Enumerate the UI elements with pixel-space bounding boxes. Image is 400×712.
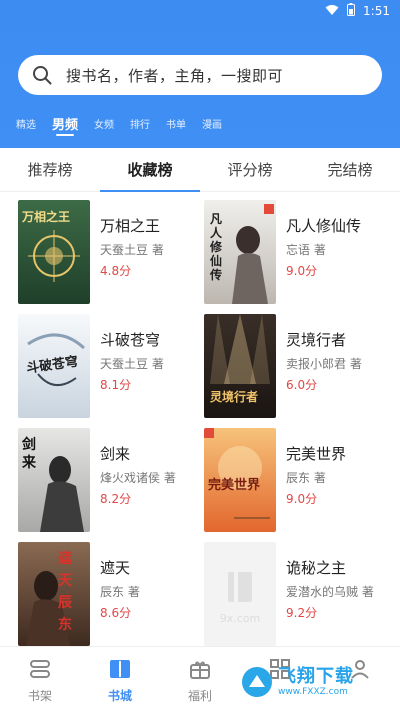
book-score: 9.2分 (286, 606, 318, 620)
app-header: 1:51 搜书名，作者，主角，一搜即可 精选 男频 女频 排行 书单 漫画 (0, 0, 400, 148)
book-title: 斗破苍穹 (100, 331, 161, 349)
book-card[interactable]: 完美世界 完美世界 辰东 著 9.0分 (204, 424, 394, 532)
tab-bookshelf[interactable]: 书架 (0, 647, 80, 712)
book-author: 辰东 著 (286, 471, 326, 485)
subtab-completed[interactable]: 完结榜 (300, 148, 400, 191)
status-bar: 1:51 (0, 0, 400, 22)
book-title: 遮天 (100, 559, 131, 577)
book-author: 爱潜水的乌贼 著 (286, 585, 374, 599)
cover-title: 万相之王 (22, 210, 71, 224)
cover-watermark: 9x.com (219, 612, 261, 625)
tab-label: 书城 (107, 689, 132, 703)
battery-icon (347, 3, 356, 19)
tab-welfare[interactable]: 福利 (160, 647, 240, 712)
cover-title: 凡人修仙传 (210, 212, 223, 282)
book-author: 烽火戏诸侯 著 (100, 471, 176, 485)
channel-label: 女频 (94, 119, 115, 131)
ranking-subtabs: 推荐榜 收藏榜 评分榜 完结榜 (0, 148, 400, 192)
book-score: 4.8分 (100, 264, 132, 278)
cover-title: 遮天 辰东 (58, 551, 72, 633)
subtab-recommend[interactable]: 推荐榜 (0, 148, 100, 191)
book-title: 完美世界 (286, 445, 347, 463)
book-cover: 万相之王 (18, 200, 90, 304)
book-cover: 凡人修仙传 (204, 200, 276, 304)
book-author: 忘语 著 (286, 243, 326, 257)
book-card[interactable]: 万相之王 万相之王 天蚕土豆 著 4.8分 (18, 196, 208, 304)
watermark-logo-icon (242, 667, 272, 697)
cover-title: 完美世界 (208, 478, 261, 493)
book-title: 剑来 (100, 445, 131, 463)
tab-label: 福利 (187, 689, 212, 703)
watermark-title: 飞翔下载 (278, 665, 354, 687)
search-placeholder: 搜书名，作者，主角，一搜即可 (66, 66, 284, 85)
book-score: 9.0分 (286, 264, 318, 278)
tab-bookstore[interactable]: 书城 (80, 647, 160, 712)
channel-tab-comics[interactable]: 漫画 (202, 108, 222, 138)
book-card[interactable]: 9x.com 诡秘之主 爱潜水的乌贼 著 9.2分 (204, 538, 394, 646)
channel-tab-booklist[interactable]: 书单 (166, 108, 186, 138)
book-cover-placeholder: 9x.com (204, 542, 276, 646)
tab-label: 书架 (27, 689, 52, 703)
status-time: 1:51 (363, 4, 390, 18)
channel-tab-ranking[interactable]: 排行 (130, 108, 150, 138)
cover-title: 灵境行者 (210, 390, 259, 404)
channel-tab-male[interactable]: 男频 (52, 108, 78, 138)
gift-icon (188, 657, 212, 681)
channel-label: 精选 (16, 119, 36, 131)
book-card[interactable]: 剑来 剑来 烽火戏诸侯 著 8.2分 (18, 424, 208, 532)
channel-tabs: 精选 男频 女频 排行 书单 漫画 (0, 108, 400, 138)
channel-label: 男频 (52, 117, 79, 133)
book-score: 8.1分 (100, 378, 132, 392)
book-cover: 灵境行者 (204, 314, 276, 418)
book-cover: 遮天 辰东 (18, 542, 90, 646)
book-card[interactable]: 斗破苍穹 斗破苍穹 天蚕土豆 著 8.1分 (18, 310, 208, 418)
book-author: 天蚕土豆 著 (100, 243, 164, 257)
book-open-icon (108, 657, 132, 681)
book-score: 9.0分 (286, 492, 318, 506)
book-author: 辰东 著 (100, 585, 140, 599)
subtab-favorites[interactable]: 收藏榜 (100, 148, 200, 192)
book-cover: 斗破苍穹 (18, 314, 90, 418)
search-icon (32, 65, 52, 85)
subtab-rating[interactable]: 评分榜 (200, 148, 300, 191)
book-title: 灵境行者 (286, 331, 347, 349)
book-cover: 剑来 (18, 428, 90, 532)
channel-label: 漫画 (202, 119, 223, 131)
wifi-icon (325, 4, 339, 19)
watermark-url: www.FXXZ.com (278, 686, 348, 697)
book-author: 天蚕土豆 著 (100, 357, 164, 371)
channel-tab-female[interactable]: 女频 (94, 108, 114, 138)
book-card[interactable]: 凡人修仙传 凡人修仙传 忘语 著 9.0分 (204, 196, 394, 304)
book-title: 诡秘之主 (286, 559, 347, 577)
site-watermark: 飞翔下载 www.FXXZ.com (242, 664, 392, 700)
placeholder-book-icon (228, 572, 252, 602)
book-title: 凡人修仙传 (286, 217, 362, 235)
cover-title: 剑来 (22, 437, 36, 471)
book-author: 卖报小郎君 著 (286, 357, 362, 371)
book-score: 8.2分 (100, 492, 132, 506)
book-title: 万相之王 (100, 217, 161, 235)
channel-label: 排行 (130, 119, 151, 131)
book-card[interactable]: 灵境行者 灵境行者 卖报小郎君 著 6.0分 (204, 310, 394, 418)
book-score: 6.0分 (286, 378, 318, 392)
book-score: 8.6分 (100, 606, 132, 620)
search-bar[interactable]: 搜书名，作者，主角，一搜即可 (18, 55, 382, 95)
book-cover: 完美世界 (204, 428, 276, 532)
book-card[interactable]: 遮天 辰东 遮天 辰东 著 8.6分 (18, 538, 208, 646)
channel-label: 书单 (166, 119, 187, 131)
bookshelf-icon (28, 657, 52, 681)
channel-tab-selected[interactable]: 精选 (16, 108, 36, 138)
